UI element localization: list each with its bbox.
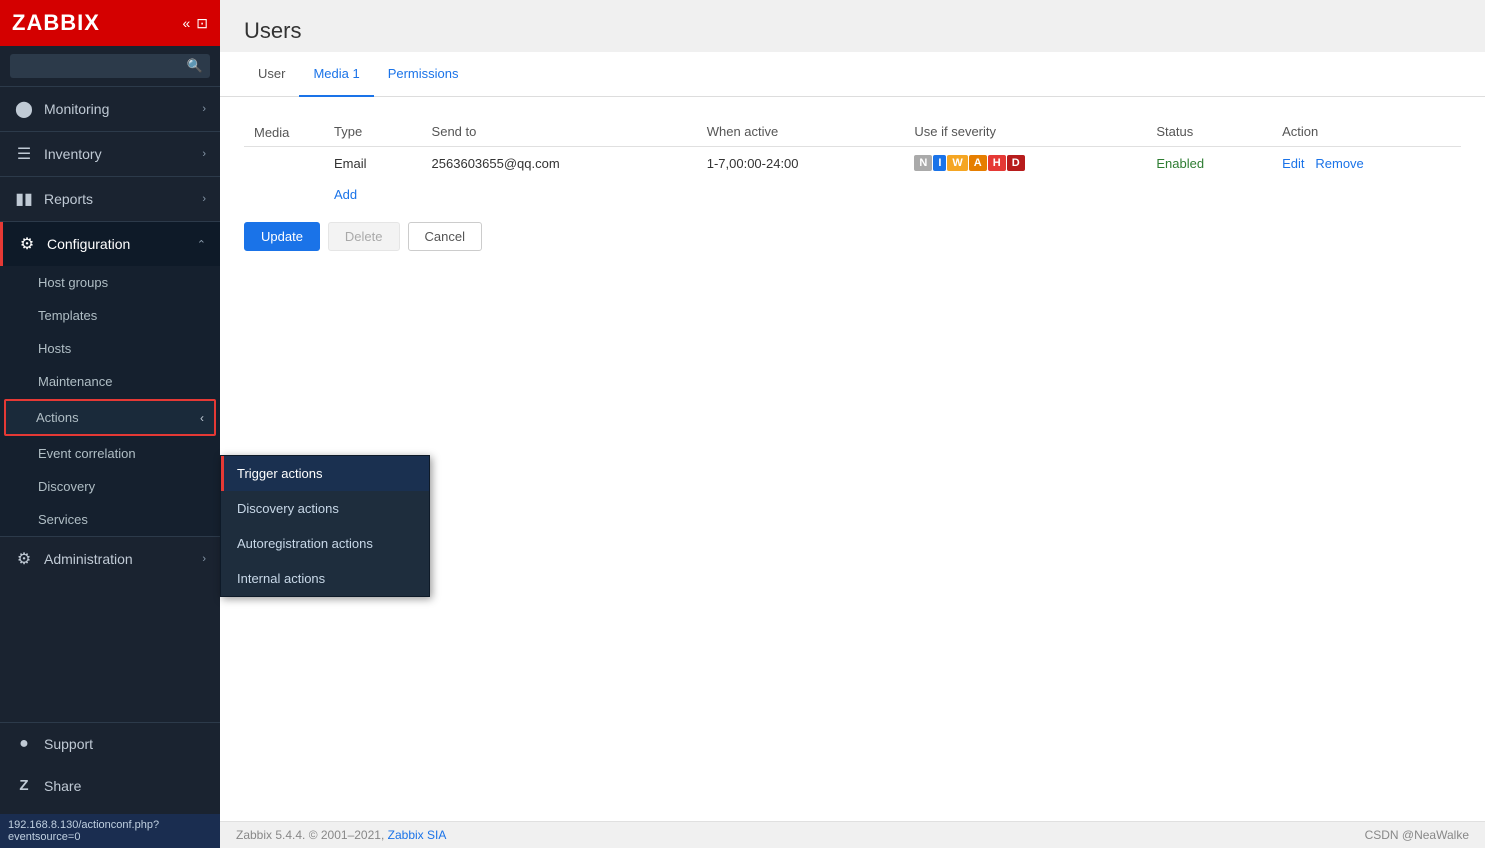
- cancel-button[interactable]: Cancel: [408, 222, 482, 251]
- nav-section-monitoring: ⬤ Monitoring ›: [0, 86, 220, 131]
- sidebar-item-monitoring[interactable]: ⬤ Monitoring ›: [0, 87, 220, 131]
- chevron-left-icon: ‹: [200, 411, 204, 425]
- dropdown-item-autoregistration-actions[interactable]: Autoregistration actions: [221, 526, 429, 561]
- sidebar-item-label: Reports: [44, 191, 192, 207]
- actions-dropdown: Trigger actions Discovery actions Autore…: [220, 455, 430, 597]
- badge-h: H: [988, 155, 1006, 171]
- config-sub-menu: Host groups Templates Hosts Maintenance …: [0, 266, 220, 536]
- sidebar-item-templates[interactable]: Templates: [0, 299, 220, 332]
- media-when-active: 1-7,00:00-24:00: [697, 147, 905, 180]
- sidebar-item-label: Monitoring: [44, 101, 192, 117]
- sidebar-item-share[interactable]: Z Share: [0, 765, 220, 806]
- media-severity: N I W A H D: [904, 147, 1146, 180]
- search-icon: 🔍: [187, 58, 203, 74]
- reports-icon: ▮▮: [14, 189, 34, 209]
- status-bar: 192.168.8.130/actionconf.php?eventsource…: [0, 814, 220, 848]
- administration-icon: ⚙: [14, 549, 34, 569]
- tab-bar: User Media 1 Permissions: [220, 52, 1485, 97]
- tab-permissions[interactable]: Permissions: [374, 52, 473, 97]
- footer: Zabbix 5.4.4. © 2001–2021, Zabbix SIA CS…: [220, 821, 1485, 848]
- nav-section-reports: ▮▮ Reports ›: [0, 176, 220, 221]
- badge-w: W: [947, 155, 967, 171]
- media-label-header: Media: [244, 117, 324, 147]
- main-content: Users User Media 1 Permissions Media Typ…: [220, 0, 1485, 848]
- update-button[interactable]: Update: [244, 222, 320, 251]
- media-actions: Edit Remove: [1272, 147, 1461, 180]
- dropdown-item-internal-actions[interactable]: Internal actions: [221, 561, 429, 596]
- sidebar-item-event-correlation[interactable]: Event correlation: [0, 437, 220, 470]
- col-when-active: When active: [697, 117, 905, 147]
- chevron-icon: ›: [202, 193, 206, 205]
- tab-media[interactable]: Media 1: [299, 52, 373, 97]
- col-status: Status: [1146, 117, 1272, 147]
- form-buttons: Update Delete Cancel: [244, 222, 1461, 251]
- sidebar-item-hosts[interactable]: Hosts: [0, 332, 220, 365]
- inventory-icon: ☰: [14, 144, 34, 164]
- nav-section-configuration: ⚙ Configuration ⌃ Host groups Templates …: [0, 221, 220, 536]
- col-action: Action: [1272, 117, 1461, 147]
- support-icon: ●: [14, 735, 34, 753]
- configuration-icon: ⚙: [17, 234, 37, 254]
- sidebar-item-support[interactable]: ● Support: [0, 723, 220, 765]
- media-status: Enabled: [1146, 147, 1272, 180]
- chevron-icon: ›: [202, 103, 206, 115]
- dropdown-item-trigger-actions[interactable]: Trigger actions: [221, 456, 429, 491]
- nav-section-inventory: ☰ Inventory ›: [0, 131, 220, 176]
- edit-link[interactable]: Edit: [1282, 156, 1304, 171]
- footer-right: CSDN @NeaWalke: [1365, 828, 1469, 842]
- sidebar-item-host-groups[interactable]: Host groups: [0, 266, 220, 299]
- chevron-icon: ›: [202, 553, 206, 565]
- col-type: Type: [324, 117, 422, 147]
- sidebar-item-services[interactable]: Services: [0, 503, 220, 536]
- media-send-to: 2563603655@qq.com: [422, 147, 697, 180]
- remove-link[interactable]: Remove: [1315, 156, 1363, 171]
- search-input[interactable]: [10, 54, 210, 78]
- sidebar: ZABBIX « ⊡ 🔍 ⬤ Monitoring › ☰ Inventory …: [0, 0, 220, 848]
- media-row: Email 2563603655@qq.com 1-7,00:00-24:00 …: [244, 147, 1461, 180]
- search-area: 🔍: [0, 46, 220, 86]
- chevron-icon: ›: [202, 148, 206, 160]
- badge-n: N: [914, 155, 932, 171]
- sidebar-item-label: Inventory: [44, 146, 192, 162]
- add-row: Add: [244, 179, 1461, 210]
- footer-left: Zabbix 5.4.4. © 2001–2021, Zabbix SIA: [236, 828, 446, 842]
- dropdown-item-discovery-actions[interactable]: Discovery actions: [221, 491, 429, 526]
- expand-icon[interactable]: ⊡: [196, 15, 208, 32]
- sidebar-item-actions[interactable]: Actions ‹: [4, 399, 216, 436]
- collapse-icon[interactable]: «: [182, 15, 190, 31]
- sidebar-item-label: Share: [44, 778, 206, 794]
- col-severity: Use if severity: [904, 117, 1146, 147]
- page-title: Users: [244, 18, 1461, 44]
- tab-user[interactable]: User: [244, 52, 299, 97]
- delete-button[interactable]: Delete: [328, 222, 400, 251]
- sidebar-item-discovery[interactable]: Discovery: [0, 470, 220, 503]
- logo-icons: « ⊡: [182, 15, 208, 32]
- sidebar-item-inventory[interactable]: ☰ Inventory ›: [0, 132, 220, 176]
- severity-badges: N I W A H D: [914, 155, 1136, 171]
- badge-a: A: [969, 155, 987, 171]
- badge-i: I: [933, 155, 946, 171]
- page-header: Users: [220, 0, 1485, 52]
- add-media-link[interactable]: Add: [334, 187, 357, 202]
- chevron-icon: ⌃: [197, 238, 206, 251]
- badge-d: D: [1007, 155, 1025, 171]
- sidebar-item-reports[interactable]: ▮▮ Reports ›: [0, 177, 220, 221]
- sidebar-item-administration[interactable]: ⚙ Administration ›: [0, 537, 220, 581]
- footer-link[interactable]: Zabbix SIA: [388, 828, 447, 842]
- nav-section-administration: ⚙ Administration ›: [0, 536, 220, 581]
- sidebar-item-label: Support: [44, 736, 206, 752]
- media-table: Media Type Send to When active Use if se…: [244, 117, 1461, 210]
- media-type: Email: [324, 147, 422, 180]
- sidebar-item-label: Administration: [44, 551, 192, 567]
- sidebar-item-configuration[interactable]: ⚙ Configuration ⌃: [0, 222, 220, 266]
- logo-area: ZABBIX « ⊡: [0, 0, 220, 46]
- sidebar-item-maintenance[interactable]: Maintenance: [0, 365, 220, 398]
- monitoring-icon: ⬤: [14, 99, 34, 119]
- col-send-to: Send to: [422, 117, 697, 147]
- logo-text: ZABBIX: [12, 10, 100, 36]
- sidebar-item-label: Configuration: [47, 236, 187, 252]
- share-icon: Z: [14, 777, 34, 794]
